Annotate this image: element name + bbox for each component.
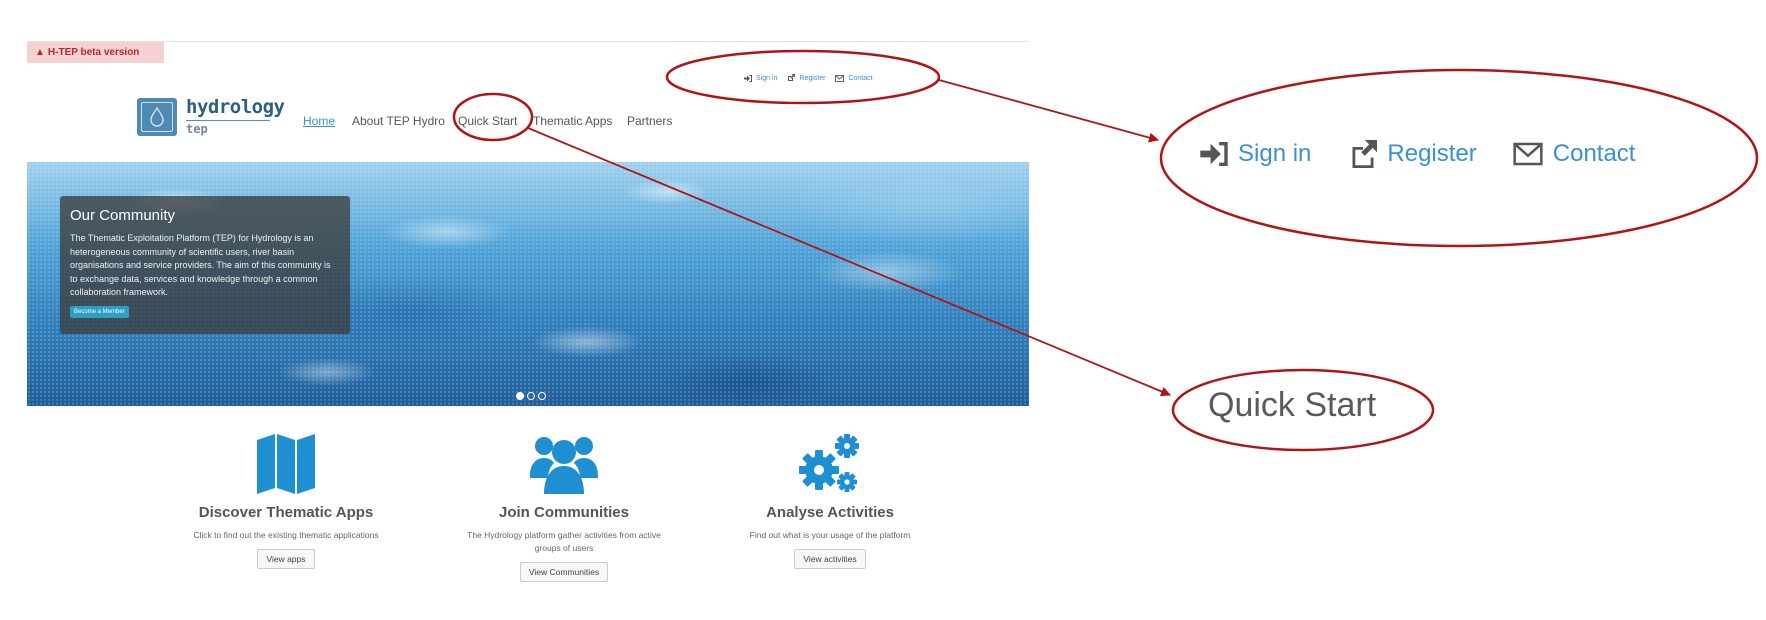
carousel-dot[interactable] [538,392,546,400]
view-apps-button[interactable]: View apps [257,549,315,569]
envelope-icon [835,74,845,82]
water-drop-icon [150,107,164,127]
community-text: The Thematic Exploitation Platform (TEP)… [70,233,331,297]
feature-discover-apps: Discover Thematic Apps Click to find out… [176,430,396,569]
website-screenshot: ▲ H-TEP beta version Sign in Register Con… [0,0,1030,620]
envelope-icon [1513,142,1543,166]
feature-title: Discover Thematic Apps [198,504,374,521]
zoomed-sign-in-link[interactable]: Sign in [1200,140,1311,168]
sign-in-icon [744,74,752,82]
zoomed-contact-label: Contact [1552,140,1636,167]
gears-icon [799,434,859,492]
brand-sub: tep [186,122,208,136]
top-divider [27,41,1029,42]
view-activities-button[interactable]: View activities [794,549,866,569]
sign-in-label: Sign in [756,74,778,82]
warning-icon: ▲ [35,47,45,58]
contact-label: Contact [848,74,873,82]
brand-rule [186,120,270,121]
contact-link[interactable]: Contact [835,74,873,82]
nav-about[interactable]: About TEP Hydro [352,114,445,128]
register-label: Register [799,74,826,82]
top-links: Sign in Register Contact [744,71,883,85]
external-link-icon [788,74,796,81]
feature-text: The Hydrology platform gather activities… [467,530,661,553]
users-icon [530,437,598,494]
feature-text: Click to find out the existing thematic … [193,530,379,540]
hero-carousel: Our Community The Thematic Exploitation … [27,162,1029,406]
feature-analyse-activities: Analyse Activities Find out what is your… [720,430,940,569]
brand-name: hydrology [186,96,285,118]
become-member-button[interactable]: Become a Member [70,305,129,318]
view-communities-button[interactable]: View Communities [519,562,609,582]
community-title: Our Community [70,207,176,224]
beta-banner: ▲ H-TEP beta version [27,42,164,63]
map-icon [257,434,315,494]
feature-text: Find out what is your usage of the platf… [749,530,911,540]
zoomed-register-label: Register [1387,140,1477,167]
carousel-indicators [516,392,549,400]
sign-in-link[interactable]: Sign in [744,74,778,82]
feature-join-communities: Join Communities The Hydrology platform … [454,430,674,582]
nav-quick-start[interactable]: Quick Start [458,114,517,128]
carousel-dot[interactable] [516,392,524,400]
zoomed-register-link[interactable]: Register [1349,140,1477,168]
sign-in-icon [1200,142,1228,166]
logo[interactable] [137,98,177,136]
zoomed-sign-in-label: Sign in [1238,140,1312,167]
nav-thematic-apps[interactable]: Thematic Apps [533,114,612,128]
feature-title: Analyse Activities [766,504,894,521]
zoomed-contact-link[interactable]: Contact [1513,140,1636,168]
nav-partners[interactable]: Partners [627,114,672,128]
zoomed-quick-start: Quick Start [1208,386,1377,424]
feature-title: Join Communities [498,504,629,521]
beta-text: H-TEP beta version [47,47,140,58]
nav-home[interactable]: Home [303,114,335,128]
carousel-dot[interactable] [527,392,535,400]
external-link-icon [1352,140,1378,168]
community-panel: Our Community The Thematic Exploitation … [60,196,350,334]
zoomed-top-links: Sign in Register Contact [1200,140,1635,168]
register-link[interactable]: Register [787,74,825,82]
